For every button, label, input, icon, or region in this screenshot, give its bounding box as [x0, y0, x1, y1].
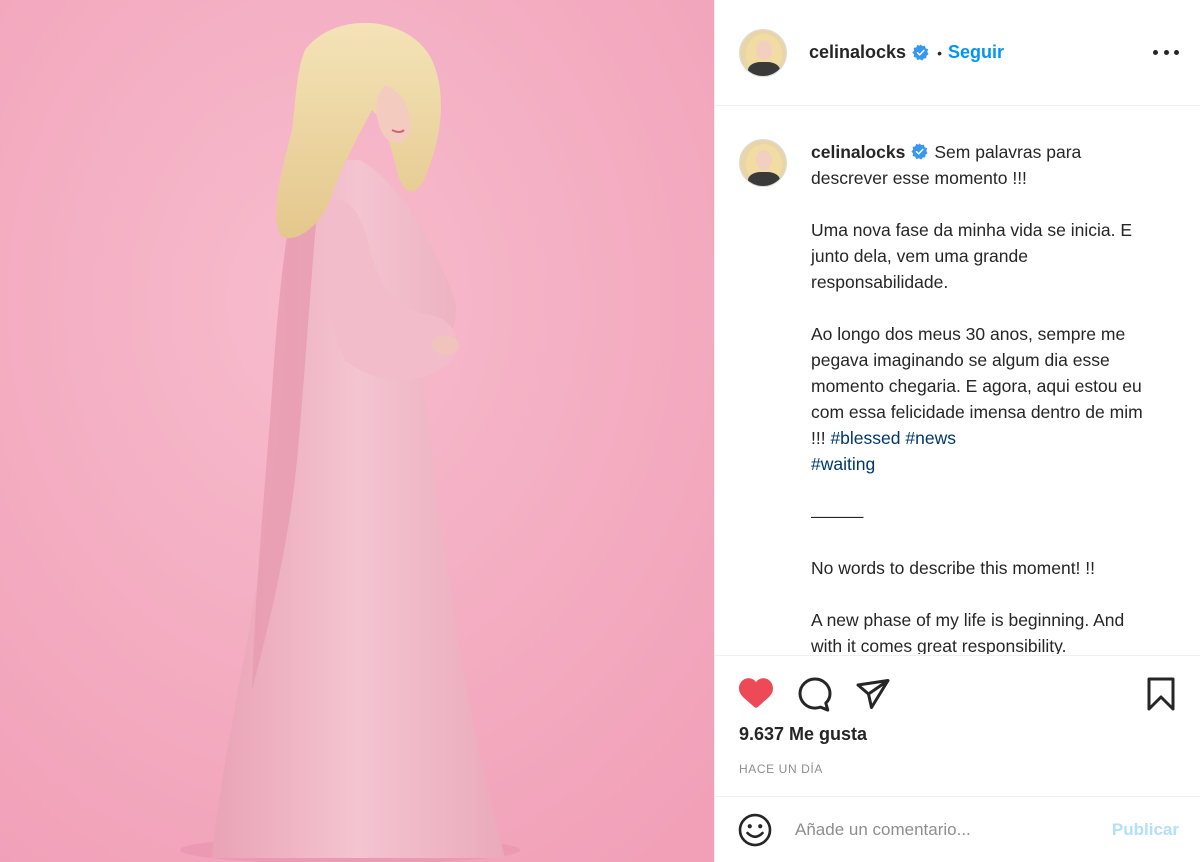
heart-filled-icon[interactable]: [737, 676, 775, 710]
hashtag-waiting[interactable]: #waiting: [811, 454, 875, 474]
bookmark-icon[interactable]: [1145, 676, 1177, 712]
hashtag-news[interactable]: #news: [905, 428, 956, 448]
verified-badge-icon: [911, 143, 928, 160]
verified-badge-icon: [912, 44, 929, 61]
photo-illustration: [0, 0, 714, 862]
smiley-icon[interactable]: [737, 812, 773, 848]
separator-dot: •: [937, 44, 942, 61]
comment-icon[interactable]: [797, 676, 833, 712]
post-header: celinalocks • Seguir: [715, 0, 1200, 106]
caption-paragraph-5: A new phase of my life is beginning. And…: [811, 610, 1130, 654]
follow-button[interactable]: Seguir: [948, 42, 1004, 63]
avatar[interactable]: [739, 28, 787, 77]
comment-bar: Publicar: [715, 796, 1200, 862]
paper-plane-icon[interactable]: [855, 676, 891, 712]
action-bar: 9.637 Me gusta HACE UN DÍA: [715, 655, 1200, 795]
publish-button[interactable]: Publicar: [1112, 820, 1179, 840]
caption-divider: ———: [811, 506, 864, 526]
post-panel: celinalocks • Seguir celinalocks Sem pala…: [714, 0, 1200, 862]
caption-paragraph-2: Uma nova fase da minha vida se inicia. E…: [811, 220, 1137, 292]
caption-text: celinalocks Sem palavras para descrever e…: [811, 139, 1159, 654]
comment-input[interactable]: [795, 819, 1085, 840]
caption-avatar[interactable]: [739, 139, 787, 187]
likes-count[interactable]: 9.637 Me gusta: [739, 724, 867, 745]
caption-paragraph-4: No words to describe this moment! !!: [811, 558, 1095, 578]
caption-area: celinalocks Sem palavras para descrever e…: [715, 107, 1200, 654]
hashtag-blessed[interactable]: #blessed: [830, 428, 900, 448]
post-photo[interactable]: [0, 0, 714, 862]
more-options-icon[interactable]: [1153, 40, 1179, 64]
post-timestamp[interactable]: HACE UN DÍA: [739, 762, 823, 776]
caption-username[interactable]: celinalocks: [811, 142, 905, 162]
header-username[interactable]: celinalocks: [809, 42, 906, 63]
